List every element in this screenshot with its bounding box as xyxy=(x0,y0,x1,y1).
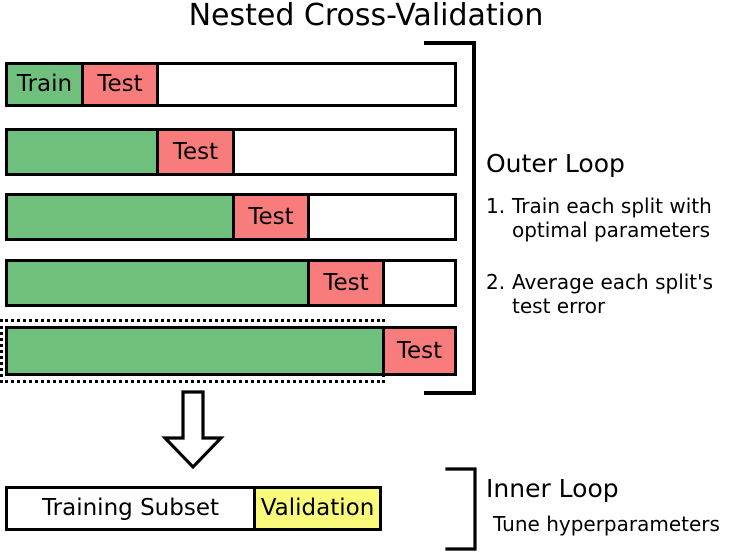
fold-train-segment xyxy=(8,131,159,173)
validation-segment: Validation xyxy=(256,489,379,528)
inner-loop-subtitle: Tune hyperparameters xyxy=(493,512,720,536)
fold-remainder-segment xyxy=(235,131,454,173)
outer-loop-item-text: Average each split's test error xyxy=(512,270,714,318)
inner-loop-heading: Inner Loop xyxy=(486,474,619,503)
fold-train-segment xyxy=(8,262,310,304)
fold-row: Test xyxy=(5,128,457,176)
fold-test-segment: Test xyxy=(159,131,235,173)
page-title: Nested Cross-Validation xyxy=(188,0,544,33)
outer-loop-item-number: 2. xyxy=(486,270,506,294)
outer-loop-item: 2. Average each split's test error xyxy=(486,270,732,318)
fold-test-segment: Test xyxy=(310,262,385,304)
outer-loop-item: 1. Train each split with optimal paramet… xyxy=(486,194,732,242)
fold-train-segment xyxy=(8,329,385,373)
fold-test-label: Test xyxy=(248,203,294,230)
fold-train-label: Train xyxy=(16,71,73,97)
training-subset-label: Training Subset xyxy=(42,495,219,521)
outer-loop-item-number: 1. xyxy=(486,194,506,218)
diagram-canvas: Nested Cross-Validation Train Test Test … xyxy=(0,0,732,553)
fold-train-segment: Train xyxy=(8,65,84,104)
fold-row: Test xyxy=(5,259,457,307)
fold-train-segment xyxy=(8,196,235,238)
fold-test-segment: Test xyxy=(84,65,159,104)
fold-row-selected: Test xyxy=(5,326,457,376)
inner-loop-bracket xyxy=(445,467,477,551)
outer-loop-heading: Outer Loop xyxy=(486,149,625,178)
fold-test-label: Test xyxy=(172,138,219,165)
fold-test-label: Test xyxy=(97,71,143,97)
fold-test-segment: Test xyxy=(235,196,310,238)
training-subset-segment: Training Subset xyxy=(8,489,256,528)
outer-loop-bracket xyxy=(424,41,476,395)
down-arrow-icon xyxy=(161,390,225,470)
fold-test-label: Test xyxy=(323,269,369,296)
inner-split-row: Training Subset Validation xyxy=(5,486,382,531)
fold-row: Train Test xyxy=(5,62,457,107)
fold-row: Test xyxy=(5,193,457,241)
validation-label: Validation xyxy=(260,495,375,521)
fold-remainder-segment xyxy=(159,65,454,104)
outer-loop-item-text: Train each split with optimal parameters xyxy=(512,194,712,242)
